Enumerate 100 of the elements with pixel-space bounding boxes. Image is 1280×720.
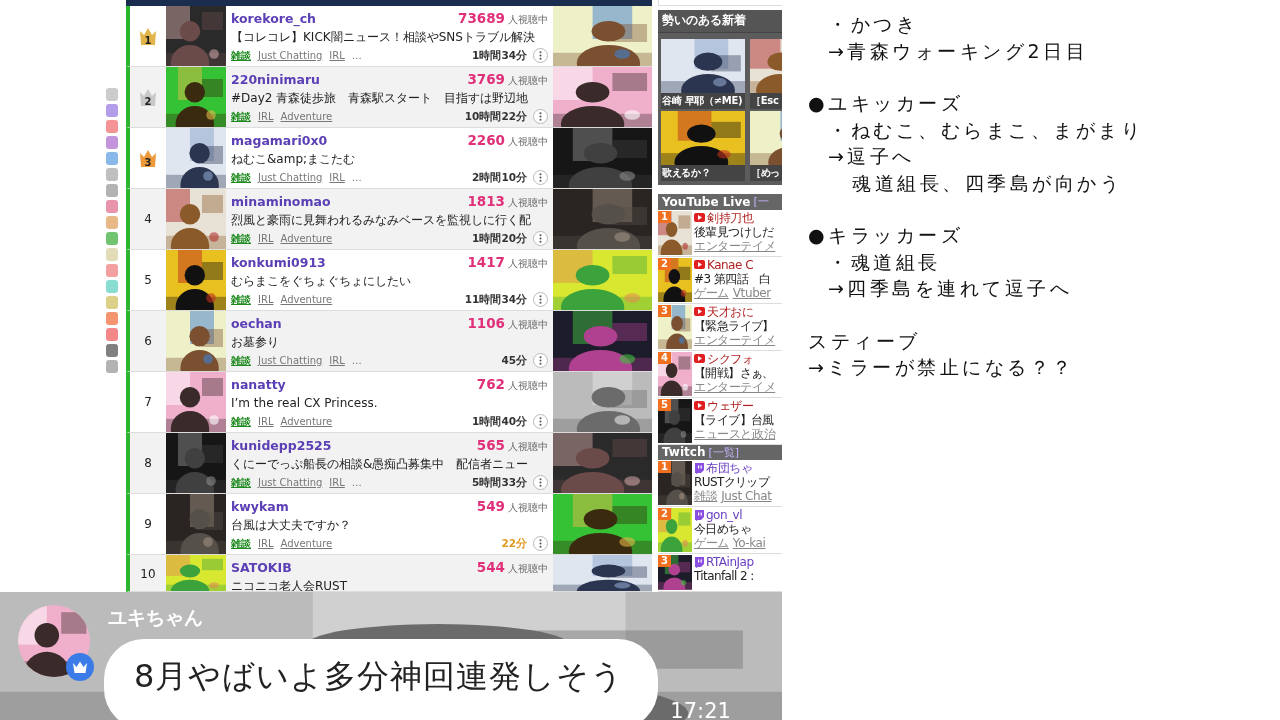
viewer-label: 人視聴中: [508, 13, 548, 27]
channel-name[interactable]: kwykam: [231, 499, 289, 514]
genre-tag[interactable]: 雑談: [231, 109, 251, 124]
tag-link[interactable]: Adventure: [280, 416, 333, 427]
stream-title-link[interactable]: シクフォ: [707, 351, 753, 366]
category-link[interactable]: エンターテイメ: [694, 379, 776, 394]
genre-tag[interactable]: 雑談: [231, 231, 251, 246]
service-icon[interactable]: [106, 168, 118, 181]
genre-tag[interactable]: 雑談: [231, 292, 251, 307]
ranking-row[interactable]: 1 korekore_ch 73689 人視聴中 【コレコレ】KICK闇ニュース！相談やSNSトラブル解決 雑談 Just Chatting IRL … 1時間34分: [126, 6, 652, 67]
service-icon[interactable]: [106, 264, 118, 277]
category-link[interactable]: エンターテイメ: [694, 238, 776, 253]
list-link[interactable]: [一: [753, 194, 769, 210]
more-button[interactable]: [533, 292, 548, 307]
more-button[interactable]: [533, 109, 548, 124]
genre-tag[interactable]: 雑談: [231, 353, 251, 368]
tag-link[interactable]: IRL: [329, 477, 345, 488]
stream-title-link[interactable]: gon_vl: [706, 508, 742, 523]
category-link[interactable]: 雑談: [694, 489, 718, 504]
service-icon[interactable]: [106, 120, 118, 133]
tag-link[interactable]: Just Chatting: [258, 172, 323, 183]
tag-link[interactable]: Adventure: [280, 538, 333, 549]
service-icon[interactable]: [106, 200, 118, 213]
ranking-row[interactable]: 8 kunidepp2525 565 人視聴中 くにーでっぷ船長の相談&愚痴凸募集中 配信者ニュー 雑談 Just Chatting IRL … 5時間33分: [126, 433, 652, 494]
category-link[interactable]: Just Chat: [721, 489, 772, 504]
service-icon[interactable]: [106, 184, 118, 197]
list-link[interactable]: [一覧]: [708, 444, 740, 460]
category-link[interactable]: ニュースと政治: [694, 426, 776, 441]
more-button[interactable]: [533, 475, 548, 490]
tag-link[interactable]: Just Chatting: [258, 477, 323, 488]
service-icon[interactable]: [106, 328, 118, 341]
ranking-row[interactable]: 4 minaminomao 1813 人視聴中 烈風と豪雨に見舞われるみなみベースを監視しに行く配 雑談 IRL Adventure 1時間20分: [126, 189, 652, 250]
channel-name[interactable]: oechan: [231, 316, 282, 331]
stream-title: I’m the real CX Princess.: [231, 396, 379, 410]
channel-name[interactable]: 220ninimaru: [231, 72, 320, 87]
service-icon[interactable]: [106, 312, 118, 325]
tag-link[interactable]: IRL: [329, 355, 345, 366]
tag-link[interactable]: IRL: [258, 111, 274, 122]
tag-link[interactable]: IRL: [329, 50, 345, 61]
stream-title-link[interactable]: 天才おに: [707, 304, 753, 319]
more-button[interactable]: [533, 414, 548, 429]
stream-duration: 22分: [501, 536, 527, 551]
category-link[interactable]: Yo-kai: [732, 536, 766, 551]
service-icon[interactable]: [106, 360, 118, 373]
service-icon[interactable]: [106, 88, 118, 101]
genre-tag[interactable]: 雑談: [231, 48, 251, 63]
category-link[interactable]: Vtuber: [732, 285, 771, 300]
more-button[interactable]: [533, 231, 548, 246]
channel-name[interactable]: konkumi0913: [231, 255, 326, 270]
service-icon[interactable]: [106, 216, 118, 229]
service-icon[interactable]: [106, 136, 118, 149]
service-icon[interactable]: [106, 344, 118, 357]
ranking-row[interactable]: 7 nanatty 762 人視聴中 I’m the real CX Princess. 雑談 IRL Adventure 1時間40分: [126, 372, 652, 433]
channel-name[interactable]: kunidepp2525: [231, 438, 332, 453]
video-card[interactable]: 谷崎 早耶（≠ME): [661, 38, 745, 109]
video-card[interactable]: ［Esc: [750, 38, 782, 109]
video-card[interactable]: ［めっ: [750, 110, 782, 181]
service-icon[interactable]: [106, 104, 118, 117]
stream-title-link[interactable]: 布団ちゃ: [706, 461, 752, 476]
ranking-row[interactable]: 5 konkumi0913 1417 人視聴中 むらまこをぐちょぐちょにしたい 雑談 IRL Adventure 11時間34分: [126, 250, 652, 311]
tag-link[interactable]: IRL: [258, 294, 274, 305]
tag-link[interactable]: IRL: [258, 233, 274, 244]
ranking-row[interactable]: 3 magamari0x0 2260 人視聴中 ねむこ&amp;まこたむ 雑談 Just Chatting IRL … 2時間10分: [126, 128, 652, 189]
channel-name[interactable]: SATOKIB: [231, 560, 292, 575]
tag-link[interactable]: Adventure: [280, 294, 333, 305]
ranking-row[interactable]: 2 220ninimaru 3769 人視聴中 #Day2 青森徒歩旅 青森駅スタート 目指すは野辺地 雑談 IRL Adventure 10時間22分: [126, 67, 652, 128]
service-icon[interactable]: [106, 232, 118, 245]
tag-link[interactable]: Just Chatting: [258, 355, 323, 366]
stream-title-link[interactable]: ウェザー: [707, 398, 753, 413]
genre-tag[interactable]: 雑談: [231, 536, 251, 551]
ranking-row[interactable]: 6 oechan 1106 人視聴中 お墓参り 雑談 Just Chatting IRL … 45分: [126, 311, 652, 372]
stream-title-link[interactable]: RTAinJap: [706, 555, 754, 570]
service-icon[interactable]: [106, 280, 118, 293]
tag-link[interactable]: IRL: [258, 538, 274, 549]
stream-title: ねむこ&amp;まこたむ: [231, 152, 357, 166]
tag-link[interactable]: Adventure: [280, 111, 333, 122]
more-button[interactable]: [533, 170, 548, 185]
service-icon[interactable]: [106, 296, 118, 309]
category-link[interactable]: ゲーム: [694, 536, 729, 551]
tag-link[interactable]: IRL: [258, 416, 274, 427]
category-link[interactable]: ゲーム: [694, 285, 729, 300]
more-button[interactable]: [533, 353, 548, 368]
stream-title-link[interactable]: 剣持刀也: [707, 210, 753, 225]
tag-link[interactable]: Adventure: [280, 233, 333, 244]
genre-tag[interactable]: 雑談: [231, 414, 251, 429]
channel-name[interactable]: nanatty: [231, 377, 286, 392]
genre-tag[interactable]: 雑談: [231, 475, 251, 490]
channel-name[interactable]: minaminomao: [231, 194, 331, 209]
more-button[interactable]: [533, 536, 548, 551]
category-link[interactable]: エンターテイメ: [694, 332, 776, 347]
video-card[interactable]: 歌えるか？: [661, 110, 745, 181]
channel-name[interactable]: korekore_ch: [231, 11, 316, 26]
more-button[interactable]: [533, 48, 548, 63]
genre-tag[interactable]: 雑談: [231, 170, 251, 185]
stream-title-link[interactable]: Kanae C: [707, 257, 754, 272]
service-icon[interactable]: [106, 152, 118, 165]
viewer-label: 人視聴中: [508, 196, 548, 210]
tag-link[interactable]: IRL: [329, 172, 345, 183]
tag-link[interactable]: Just Chatting: [258, 50, 323, 61]
channel-name[interactable]: magamari0x0: [231, 133, 328, 148]
